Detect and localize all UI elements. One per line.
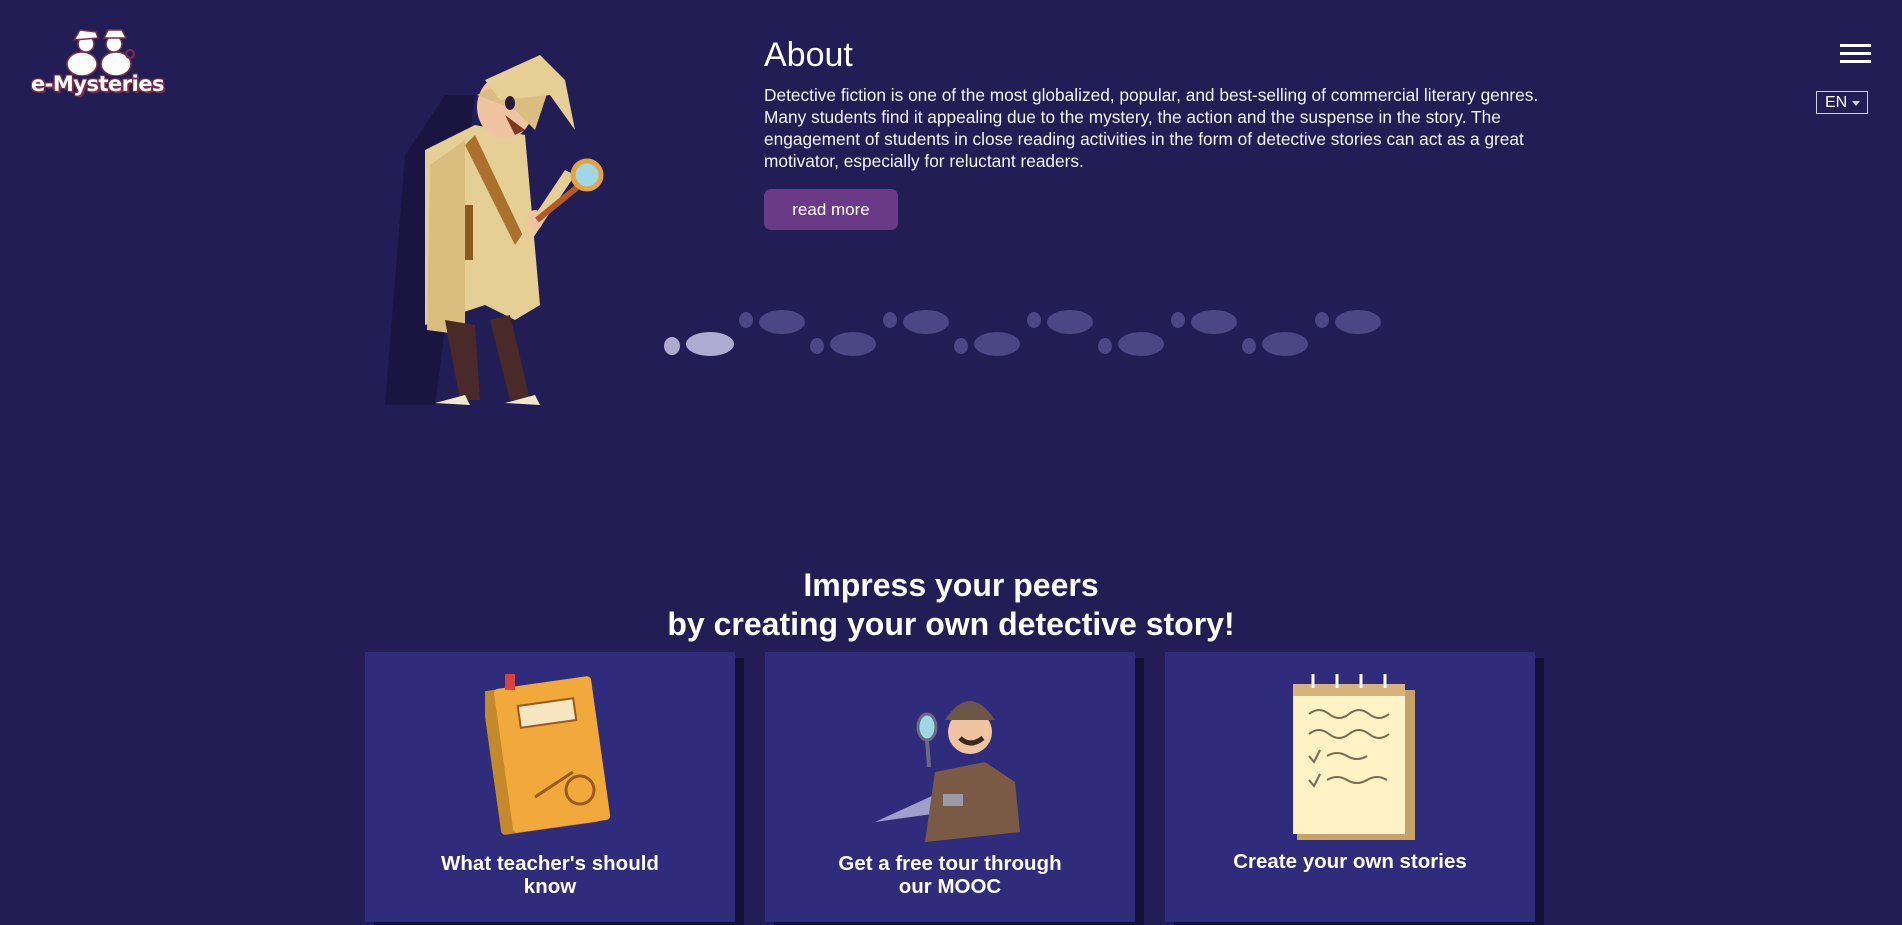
site-logo[interactable]: e-Mysteries [30, 26, 165, 102]
footprints-decoration [664, 310, 1381, 356]
card-teachers-label: What teacher's should know [441, 852, 659, 898]
read-more-button[interactable]: read more [764, 189, 898, 230]
detective-flashlight-icon [875, 701, 1020, 842]
language-value: EN [1825, 94, 1848, 111]
promo-line-1: Impress your peers [803, 567, 1099, 603]
card-stories-label: Create your own stories [1233, 850, 1467, 873]
card-teachers[interactable]: What teacher's should know [365, 652, 735, 922]
about-heading: About [764, 36, 853, 74]
detectives-logo-icon [66, 29, 135, 77]
detective-magnifier-illustration [385, 55, 604, 405]
card-mooc-label: Get a free tour through our MOOC [838, 852, 1062, 898]
about-paragraph: Detective fiction is one of the most glo… [764, 85, 1539, 171]
logo-text: e-Mysteries [30, 72, 165, 96]
card-mooc[interactable]: Get a free tour through our MOOC [765, 652, 1135, 922]
notepad-icon [1293, 674, 1415, 840]
hamburger-menu-icon[interactable] [1840, 44, 1871, 66]
promo-heading: Impress your peers by creating your own … [0, 566, 1902, 644]
chevron-down-icon [1852, 101, 1860, 106]
language-select[interactable]: EN [1816, 91, 1868, 114]
card-stories[interactable]: Create your own stories [1165, 652, 1535, 922]
secret-folder-icon [485, 674, 611, 835]
promo-line-2: by creating your own detective story! [667, 606, 1235, 642]
